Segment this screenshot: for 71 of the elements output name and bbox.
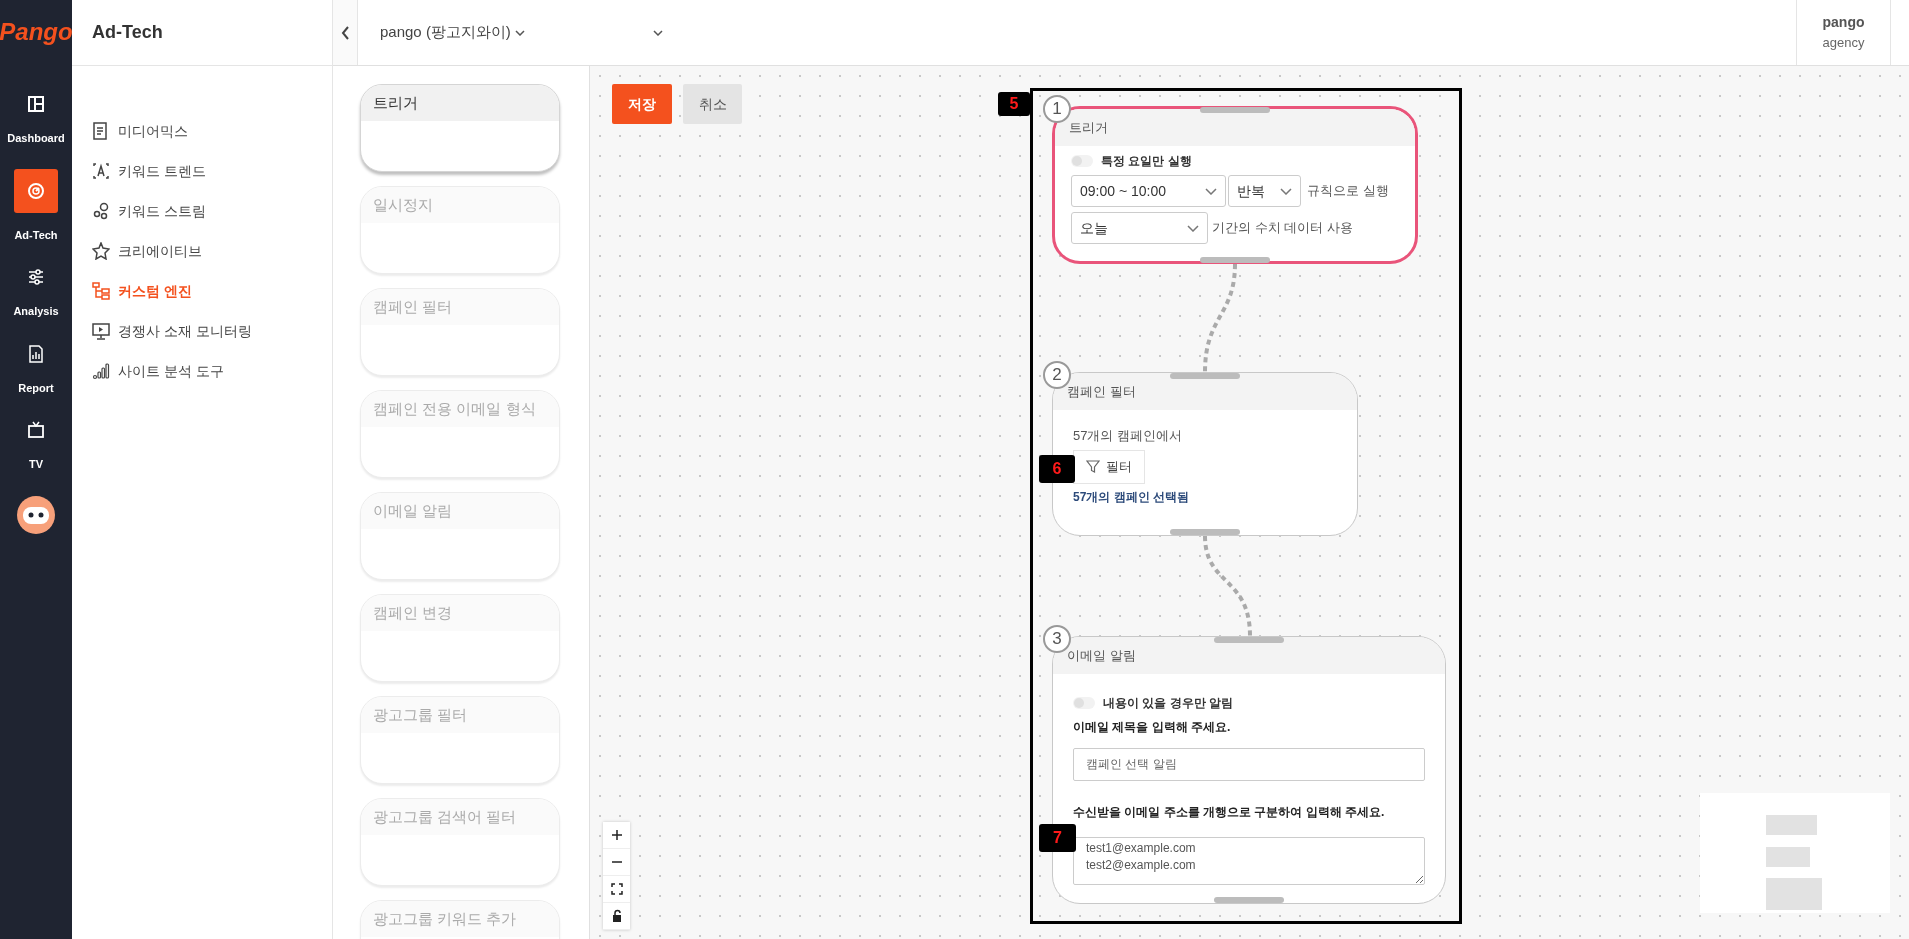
gauge-icon <box>27 181 45 200</box>
connection-handle[interactable] <box>1170 529 1240 535</box>
menu-item[interactable]: 미디어믹스 <box>92 116 332 146</box>
user-role: agency <box>1822 34 1865 53</box>
recipients-field[interactable]: test1@example.com test2@example.com <box>1073 837 1425 885</box>
annotation-marker: 6 <box>1039 455 1075 483</box>
dashboard-icon <box>27 95 45 113</box>
step-number: 2 <box>1043 361 1071 389</box>
repeat-dropdown[interactable]: 반복 <box>1228 175 1301 207</box>
sliders-icon <box>27 268 45 286</box>
account-dropdown[interactable]: pango (팡고지와이) <box>358 0 525 65</box>
cancel-button[interactable]: 취소 <box>683 84 742 124</box>
nav-item[interactable]: Report <box>14 341 58 396</box>
chevron-left-icon <box>340 25 350 40</box>
field-label: 수신받을 이메일 주소를 개행으로 구분하여 입력해 주세요. <box>1073 804 1386 821</box>
chevron-down-icon <box>1205 187 1217 195</box>
fit-view-icon <box>609 882 624 896</box>
period-dropdown[interactable]: 오늘 <box>1071 212 1208 244</box>
play-screen-icon <box>92 322 110 340</box>
toggle-switch[interactable] <box>1071 155 1093 167</box>
connection-handle[interactable] <box>1214 637 1284 643</box>
campaign-count: 57개의 캠페인에서 <box>1073 427 1183 445</box>
zoom-in-icon <box>609 828 624 842</box>
connection-handle[interactable] <box>1170 373 1240 379</box>
minimap-node <box>1766 847 1810 867</box>
menu-item[interactable]: 키워드 트렌드 <box>92 156 332 186</box>
rule-label: 규칙으로 실행 <box>1307 182 1389 201</box>
nav-item[interactable]: TV <box>14 418 58 473</box>
flowchart-icon <box>92 282 110 300</box>
bar-chart-icon <box>92 362 110 380</box>
field-label: 이메일 제목을 입력해 주세요. <box>1073 719 1232 736</box>
period-label: 기간의 수치 데이터 사용 <box>1212 219 1353 238</box>
connection-handle[interactable] <box>1214 897 1284 903</box>
collapse-button[interactable] <box>333 0 358 65</box>
time-dropdown[interactable]: 09:00 ~ 10:00 <box>1071 175 1226 207</box>
filter-icon <box>1086 459 1100 474</box>
menu-item[interactable]: 키워드 스트림 <box>92 196 332 226</box>
selected-campaigns-link[interactable]: 57개의 캠페인 선택됨 <box>1073 487 1189 506</box>
tv-icon <box>27 421 45 439</box>
chevron-down-icon <box>1187 224 1199 232</box>
user-profile[interactable]: pango agency <box>1796 0 1891 65</box>
palette-node[interactable]: 트리거 <box>360 84 560 172</box>
logo: Pango <box>0 17 73 47</box>
circles-icon <box>92 202 110 220</box>
chevron-down-icon <box>652 29 663 36</box>
chevron-down-icon <box>1280 187 1292 195</box>
connection-handle[interactable] <box>1200 257 1270 263</box>
toggle-label: 내용이 있을 경우만 알림 <box>1103 695 1233 712</box>
annotation-marker: 5 <box>998 92 1030 116</box>
text-scan-icon <box>92 162 110 180</box>
report-icon <box>27 344 45 363</box>
nav-item[interactable]: Dashboard <box>7 92 65 147</box>
annotation-marker: 7 <box>1039 824 1076 852</box>
connection-handle[interactable] <box>1200 107 1270 113</box>
nav-item[interactable]: Analysis <box>13 265 59 320</box>
minimap-node <box>1766 878 1822 910</box>
document-icon <box>92 122 110 140</box>
menu-item[interactable]: 크리에이티브 <box>92 236 332 266</box>
menu-item[interactable]: 사이트 분석 도구 <box>92 356 332 386</box>
toggle-switch[interactable] <box>1073 697 1095 709</box>
minimap-node <box>1766 815 1817 835</box>
subject-field[interactable]: 캠페인 선택 알림 <box>1073 748 1425 781</box>
mascot-icon <box>16 494 56 535</box>
filter-button[interactable]: 필터 <box>1073 449 1145 484</box>
star-icon <box>92 242 110 260</box>
minimap[interactable] <box>1700 793 1890 913</box>
section-title: Ad-Tech <box>92 21 163 44</box>
chevron-down-icon <box>514 29 525 36</box>
toggle-label: 특정 요일만 실행 <box>1101 153 1192 170</box>
user-name: pango <box>1822 13 1865 33</box>
menu-item[interactable]: 경쟁사 소재 모니터링 <box>92 316 332 346</box>
